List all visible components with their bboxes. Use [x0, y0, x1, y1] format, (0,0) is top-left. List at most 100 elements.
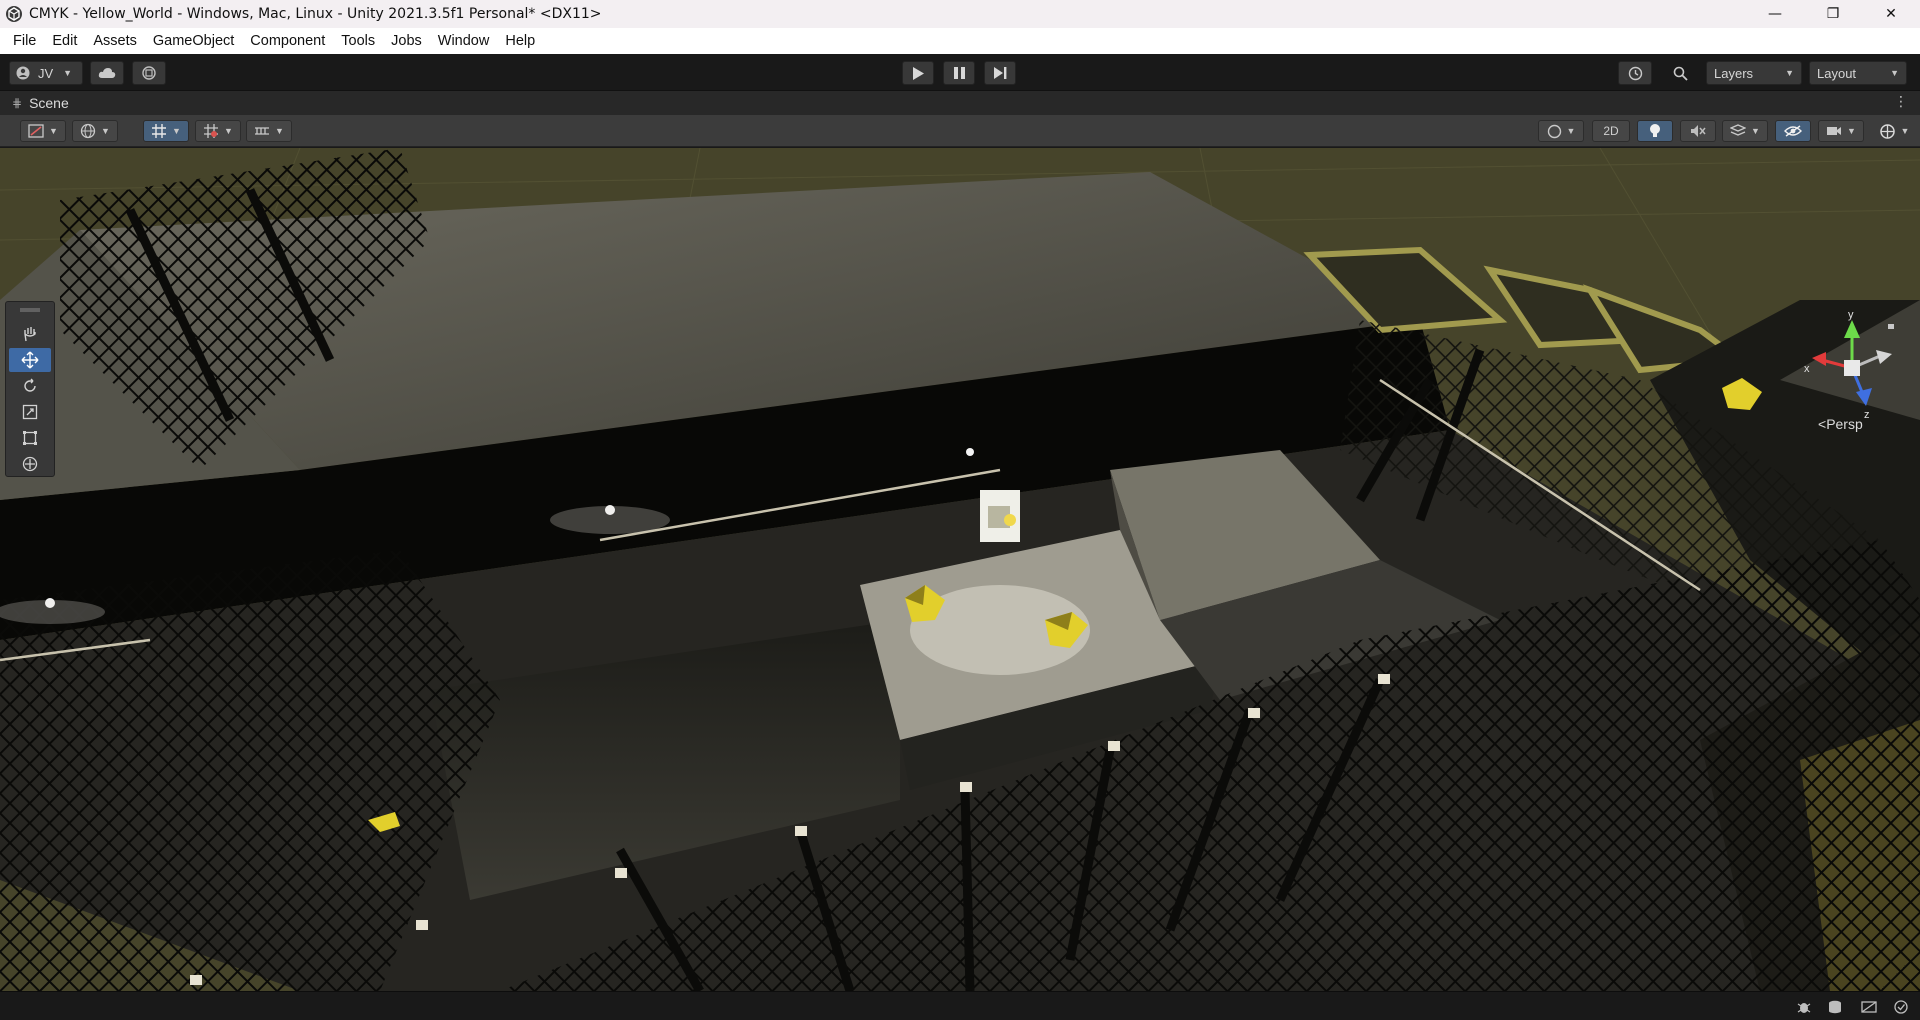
close-button[interactable]: ✕	[1862, 0, 1920, 28]
layers-label: Layers	[1714, 65, 1754, 81]
database-icon[interactable]	[1826, 999, 1844, 1015]
menu-file[interactable]: File	[6, 33, 43, 49]
more-options-icon[interactable]: ⋮	[1894, 94, 1908, 110]
chevron-down-icon: ▼	[172, 126, 181, 136]
pause-button[interactable]	[943, 61, 975, 85]
step-button[interactable]	[984, 61, 1016, 85]
grid-visibility-dropdown[interactable]: ▼	[195, 120, 241, 142]
scene-toolbar: ▼ ▼ ▼ ▼ ▼ ▼ 2D ▼ ▼ ▼	[0, 115, 1920, 147]
cloud-icon	[98, 68, 116, 78]
rect-tool[interactable]	[9, 426, 51, 450]
chevron-down-icon: ▼	[1785, 68, 1794, 78]
effects-dropdown[interactable]: ▼	[1722, 120, 1768, 142]
mute-icon	[1691, 125, 1706, 137]
transform-tool[interactable]	[9, 452, 51, 476]
account-label: JV	[38, 65, 54, 81]
gizmo-x-label: x	[1804, 363, 1810, 375]
step-icon	[993, 67, 1006, 79]
grid-snap-icon	[152, 124, 167, 138]
rotate-icon	[24, 378, 36, 392]
history-button[interactable]	[1618, 61, 1652, 85]
menu-jobs[interactable]: Jobs	[384, 33, 429, 49]
toggle-2d-label: 2D	[1603, 124, 1619, 138]
play-button[interactable]	[902, 61, 934, 85]
tools-grip[interactable]	[9, 306, 51, 314]
layout-dropdown[interactable]: Layout ▼	[1809, 61, 1907, 85]
persp-label[interactable]: <Persp	[1818, 416, 1863, 432]
account-dropdown[interactable]: JV ▼	[9, 61, 83, 85]
collab-button[interactable]	[132, 61, 166, 85]
gizmos-dropdown[interactable]: ▼	[1871, 120, 1917, 142]
menu-edit[interactable]: Edit	[45, 33, 84, 49]
gizmo-icon	[1879, 123, 1895, 139]
menu-window[interactable]: Window	[431, 33, 497, 49]
shaded-mode-icon	[28, 124, 44, 138]
scene-viewport[interactable]: y x z <Persp	[0, 148, 1920, 991]
chevron-down-icon: ▼	[1890, 68, 1899, 78]
minimize-button[interactable]: —	[1746, 0, 1804, 28]
toggle-2d-button[interactable]: 2D	[1592, 120, 1630, 142]
window-title: CMYK - Yellow_World - Windows, Mac, Linu…	[29, 6, 602, 22]
restore-button[interactable]: ❐	[1804, 0, 1862, 28]
move-icon	[21, 351, 39, 369]
gizmo-z-label: z	[1864, 409, 1870, 421]
menu-assets[interactable]: Assets	[86, 33, 144, 49]
play-icon	[913, 66, 924, 80]
render-mode-dropdown[interactable]: ▼	[72, 120, 118, 142]
chevron-down-icon: ▼	[275, 126, 284, 136]
menu-component[interactable]: Component	[243, 33, 332, 49]
hidden-objects-toggle[interactable]	[1775, 120, 1811, 142]
layers-dropdown[interactable]: Layers ▼	[1706, 61, 1802, 85]
scene-render	[0, 148, 1920, 991]
lighting-toggle[interactable]	[1637, 120, 1673, 142]
menu-gameobject[interactable]: GameObject	[146, 33, 241, 49]
pause-icon	[953, 67, 965, 79]
layout-label: Layout	[1817, 65, 1857, 81]
increment-snap-dropdown[interactable]: ▼	[246, 120, 292, 142]
grip-icon	[20, 308, 40, 312]
scene-tab-label: Scene	[29, 95, 69, 111]
chevron-down-icon: ▼	[101, 126, 110, 136]
grid-snapping-toggle[interactable]: ▼	[143, 120, 189, 142]
chevron-down-icon: ▼	[1566, 126, 1576, 136]
menu-tools[interactable]: Tools	[334, 33, 382, 49]
chevron-down-icon: ▼	[224, 126, 233, 136]
sphere-icon	[1547, 124, 1561, 138]
move-tool[interactable]	[9, 348, 51, 372]
hand-tool[interactable]	[9, 322, 51, 346]
shading-dropdown[interactable]: ▼	[1538, 120, 1584, 142]
camera-icon	[1827, 127, 1842, 135]
gizmo-y-label: y	[1848, 309, 1854, 321]
cloud-button[interactable]	[90, 61, 124, 85]
grid-icon	[204, 124, 219, 138]
main-toolbar: JV ▼ Layers ▼ Layout ▼	[0, 54, 1920, 91]
scale-tool[interactable]	[9, 400, 51, 424]
user-icon	[16, 66, 30, 80]
eye-slash-icon	[1784, 125, 1802, 137]
search-button[interactable]	[1663, 61, 1697, 85]
rotate-tool[interactable]	[9, 374, 51, 398]
scale-icon	[22, 404, 38, 420]
effects-icon	[1730, 124, 1747, 136]
audio-toggle[interactable]	[1680, 120, 1716, 142]
menu-bar: File Edit Assets GameObject Component To…	[0, 28, 1920, 54]
status-bar	[0, 991, 1920, 1020]
chevron-down-icon: ▼	[1751, 126, 1760, 136]
draw-mode-dropdown[interactable]: ▼	[20, 120, 66, 142]
scene-tools-panel	[5, 301, 55, 477]
progress-check-icon[interactable]	[1892, 999, 1910, 1015]
chevron-down-icon: ▼	[1900, 126, 1910, 136]
lightbulb-icon	[1650, 124, 1660, 137]
chevron-down-icon: ▼	[1847, 126, 1856, 136]
grid-icon: ⋕	[12, 96, 23, 110]
collab-icon	[142, 66, 156, 80]
bug-icon[interactable]	[1795, 999, 1813, 1015]
camera-dropdown[interactable]: ▼	[1818, 120, 1864, 142]
ruler-icon	[255, 127, 270, 135]
tab-scene[interactable]: ⋕ Scene	[0, 91, 79, 115]
menu-help[interactable]: Help	[498, 33, 542, 49]
scene-tab-bar: ⋕ Scene ⋮	[0, 91, 1920, 115]
globe-icon	[80, 123, 96, 139]
search-icon	[1673, 66, 1688, 81]
cache-icon[interactable]	[1860, 999, 1878, 1015]
